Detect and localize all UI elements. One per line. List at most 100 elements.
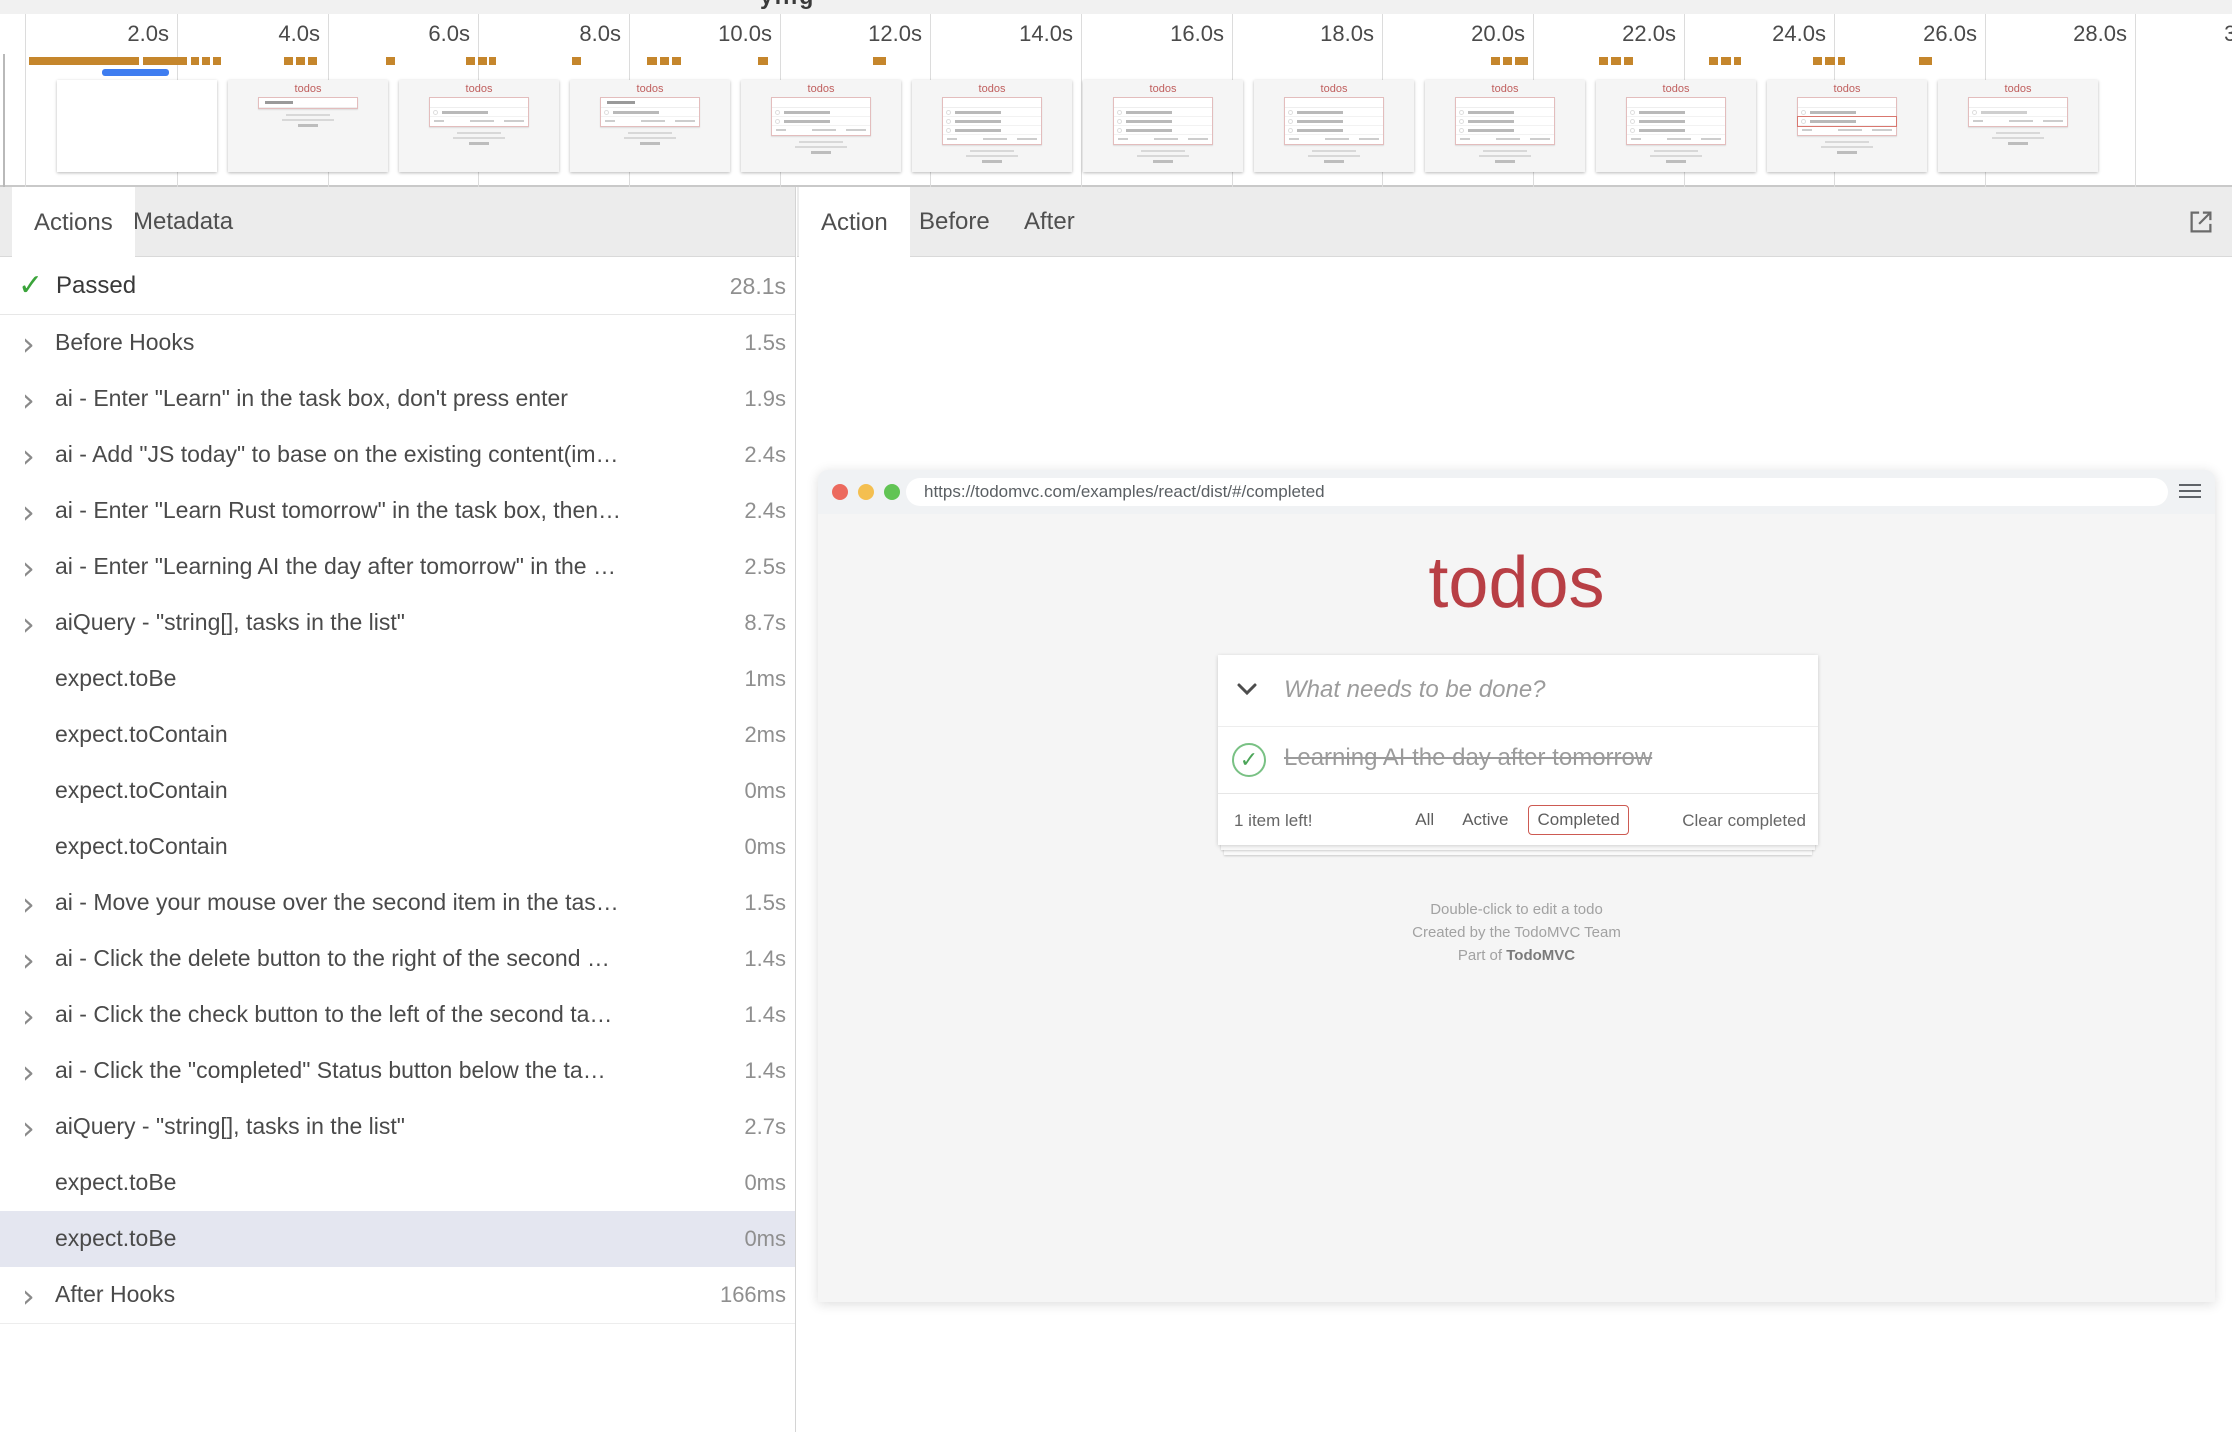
filmstrip-thumbnail[interactable]: todos	[912, 80, 1072, 172]
new-todo-input[interactable]: What needs to be done?	[1284, 676, 1546, 704]
filmstrip-thumbnail[interactable]: todos	[570, 80, 730, 172]
open-snapshot-external-icon[interactable]	[2186, 207, 2216, 237]
chevron-right-icon[interactable]: ›	[22, 549, 35, 587]
action-row[interactable]: ›After Hooks166ms	[0, 1267, 795, 1323]
thumbnail-footer-dash	[1667, 138, 1691, 140]
chevron-right-icon[interactable]: ›	[22, 493, 35, 531]
filmstrip-thumbnail[interactable]: todos	[399, 80, 559, 172]
tab-actions[interactable]: Actions	[12, 187, 135, 259]
todo-item-row: ✓ Learning AI the day after tomorrow	[1218, 727, 1818, 793]
filmstrip-thumbnail[interactable]: todos	[1596, 80, 1756, 172]
thumbnail-todo-item	[1456, 117, 1554, 126]
chevron-right-icon[interactable]: ›	[22, 885, 35, 923]
hamburger-menu-icon	[2179, 484, 2201, 502]
timeline-tick-label: 6.0s	[382, 21, 470, 47]
filter-all[interactable]: All	[1407, 806, 1442, 834]
todo-card: What needs to be done? ✓ Learning AI the…	[1218, 655, 1818, 845]
filmstrip-thumbnail[interactable]: todos	[1425, 80, 1585, 172]
timeline-gridline	[1081, 14, 1082, 187]
action-duration-mark	[308, 57, 317, 65]
action-row[interactable]: ›ai - Enter "Learn" in the task box, don…	[0, 371, 795, 427]
thumbnail-info-line	[1479, 155, 1531, 157]
filter-completed[interactable]: Completed	[1528, 805, 1628, 835]
thumbnail-todo-item	[1114, 126, 1212, 135]
thumbnail-typed-text	[265, 101, 293, 104]
action-row[interactable]: expect.toContain0ms	[0, 819, 795, 875]
thumbnail-todo-item	[772, 117, 870, 126]
chevron-right-icon[interactable]: ›	[22, 1109, 35, 1147]
action-row[interactable]: ›ai - Click the delete button to the rig…	[0, 931, 795, 987]
thumbnail-input-row	[1285, 98, 1383, 108]
timeline-tick-label: 4.0s	[232, 21, 320, 47]
action-row[interactable]: ›ai - Click the "completed" Status butto…	[0, 1043, 795, 1099]
todo-item-label[interactable]: Learning AI the day after tomorrow	[1284, 744, 1652, 772]
timeline-filmstrip[interactable]: 2.0s4.0s6.0s8.0s10.0s12.0s14.0s16.0s18.0…	[0, 14, 2232, 187]
todo-toggle-checked-icon[interactable]: ✓	[1232, 743, 1266, 777]
action-duration-mark	[386, 57, 395, 65]
address-bar: https://todomvc.com/examples/react/dist/…	[906, 478, 2168, 506]
action-row[interactable]: ›ai - Add "JS today" to base on the exis…	[0, 427, 795, 483]
action-row[interactable]: ›aiQuery - "string[], tasks in the list"…	[0, 595, 795, 651]
filmstrip-thumbnail[interactable]: todos	[1254, 80, 1414, 172]
action-row[interactable]: ›ai - Click the check button to the left…	[0, 987, 795, 1043]
thumbnail-info-line	[640, 142, 660, 145]
thumbnail-todo-textbar	[1126, 120, 1172, 123]
window-title-strip: ying	[0, 0, 2232, 14]
action-row[interactable]: ›ai - Move your mouse over the second it…	[0, 875, 795, 931]
tab-before-label: Before	[919, 208, 990, 236]
thumbnail-info-line	[298, 124, 318, 127]
thumbnail-todo-circle	[1117, 128, 1122, 133]
thumbnail-todo-item	[430, 108, 528, 117]
action-row[interactable]: expect.toContain0ms	[0, 763, 795, 819]
thumbnail-info-line	[1996, 132, 2040, 134]
action-row[interactable]: ›ai - Enter "Learning AI the day after t…	[0, 539, 795, 595]
thumbnail-todo-textbar	[784, 120, 830, 123]
action-row[interactable]: expect.toBe0ms	[0, 1155, 795, 1211]
chevron-right-icon[interactable]: ›	[22, 381, 35, 419]
filmstrip-thumbnail[interactable]: todos	[741, 80, 901, 172]
filter-active[interactable]: Active	[1454, 806, 1516, 834]
thumbnail-todo-item	[943, 117, 1041, 126]
toggle-all-chevron-icon[interactable]	[1236, 681, 1258, 697]
thumbnail-info-line	[282, 119, 334, 121]
chevron-right-icon[interactable]: ›	[22, 437, 35, 475]
todo-footer: 1 item left! All Active Completed Clear …	[1218, 793, 1818, 845]
chevron-right-icon[interactable]: ›	[22, 941, 35, 979]
thumbnail-info-line	[286, 114, 330, 116]
thumbnail-app-title: todos	[1767, 83, 1927, 95]
thumbnail-footer-row	[1114, 135, 1212, 144]
thumbnail-todo-circle	[604, 110, 609, 115]
snapshot-panel: Action Before After https://todomvc.com/…	[797, 187, 2232, 1432]
thumbnail-input-row	[1456, 98, 1554, 108]
action-row[interactable]: ›Before Hooks1.5s	[0, 315, 795, 371]
action-row[interactable]: expect.toContain 2ms	[0, 707, 795, 763]
thumbnail-info-line	[1837, 151, 1857, 154]
thumbnail-todo-circle	[1459, 128, 1464, 133]
filmstrip-thumbnail[interactable]	[57, 80, 217, 172]
filmstrip-thumbnail[interactable]: todos	[1938, 80, 2098, 172]
filmstrip-thumbnail[interactable]: todos	[1767, 80, 1927, 172]
chevron-right-icon[interactable]: ›	[22, 1053, 35, 1091]
action-row[interactable]: expect.toBe0ms	[0, 1211, 795, 1267]
action-row[interactable]: expect.toBe1ms	[0, 651, 795, 707]
tab-before[interactable]: Before	[897, 187, 1012, 257]
selected-action-bar	[102, 69, 169, 76]
action-duration: 2ms	[744, 722, 786, 748]
thumbnail-info-line	[1992, 137, 2044, 139]
action-row[interactable]: ›aiQuery - "string[], tasks in the list"…	[0, 1099, 795, 1155]
thumbnail-info-line	[1153, 160, 1173, 163]
filmstrip-thumbnail[interactable]: todos	[1083, 80, 1243, 172]
chevron-right-icon[interactable]: ›	[22, 997, 35, 1035]
action-row[interactable]: ›ai - Enter "Learn Rust tomorrow" in the…	[0, 483, 795, 539]
test-total-duration: 28.1s	[730, 273, 786, 300]
tab-action[interactable]: Action	[799, 187, 910, 259]
chevron-right-icon[interactable]: ›	[22, 605, 35, 643]
chevron-right-icon[interactable]: ›	[22, 1277, 35, 1315]
action-duration-mark	[489, 57, 496, 65]
filmstrip-thumbnail[interactable]: todos	[228, 80, 388, 172]
action-label: expect.toContain	[55, 721, 228, 748]
chevron-right-icon[interactable]: ›	[22, 325, 35, 363]
tab-after[interactable]: After	[1002, 187, 1097, 257]
clear-completed-button[interactable]: Clear completed	[1682, 811, 1806, 831]
thumbnail-input-row	[1114, 98, 1212, 108]
